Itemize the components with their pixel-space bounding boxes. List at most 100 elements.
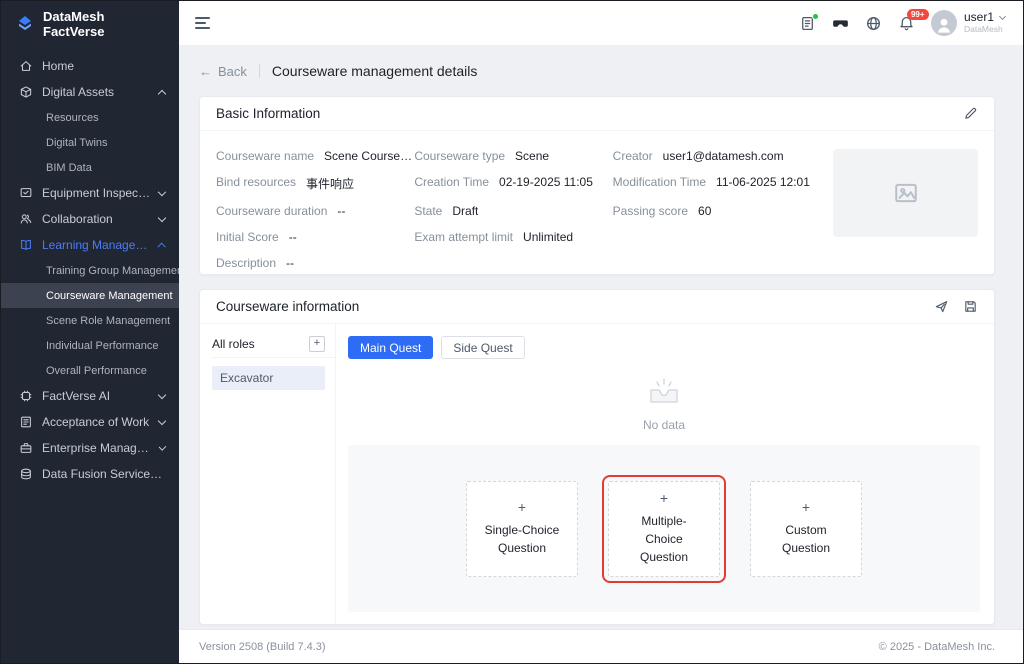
version-text: Version 2508 (Build 7.4.3) (199, 641, 326, 653)
courseware-body: All roles + Excavator Main Quest Side Qu… (200, 324, 994, 624)
chevron-down-icon (158, 390, 166, 398)
sidebar-item-digital-assets[interactable]: Digital Assets (1, 79, 179, 105)
chevron-down-icon (158, 213, 166, 221)
sidebar-nav: Home Digital Assets Resources Digital Tw… (1, 53, 179, 487)
copyright-text: © 2025 - DataMesh Inc. (879, 641, 995, 653)
sidebar-item-learning-management[interactable]: Learning Management (1, 232, 179, 258)
sidebar-item-label: Data Fusion Services (DFS) (42, 467, 165, 481)
sidebar-item-label: Overall Performance (46, 365, 147, 377)
courseware-image-placeholder (833, 149, 978, 237)
sidebar-item-enterprise-management[interactable]: Enterprise Management (1, 435, 179, 461)
basic-info-fields: Courseware nameScene Courseware Coursewa… (216, 149, 811, 270)
sidebar-item-individual-performance[interactable]: Individual Performance (1, 333, 179, 358)
sidebar-item-digital-twins[interactable]: Digital Twins (1, 130, 179, 155)
sidebar-item-factverse-ai[interactable]: FactVerse AI (1, 383, 179, 409)
home-icon (19, 59, 33, 73)
add-single-choice-question-button[interactable]: + Single-Choice Question (466, 481, 578, 577)
edit-button[interactable] (963, 106, 978, 121)
sidebar-item-overall-performance[interactable]: Overall Performance (1, 358, 179, 383)
footer: Version 2508 (Build 7.4.3) © 2025 - Data… (179, 629, 1023, 663)
roles-title: All roles (212, 337, 255, 351)
notifications-button[interactable]: 99+ (898, 15, 915, 32)
field-creation-time: Creation Time02-19-2025 11:05 (414, 175, 612, 192)
brand: DataMesh FactVerse (1, 1, 179, 47)
chevron-down-icon (158, 416, 166, 424)
main-content: ← Back Courseware management details Bas… (179, 46, 1023, 629)
online-status-dot (812, 13, 819, 20)
sidebar-item-label: Collaboration (42, 212, 113, 226)
sidebar-item-label: Enterprise Management (42, 441, 151, 455)
field-creator: Creatoruser1@datamesh.com (613, 149, 811, 163)
sidebar-item-courseware-management[interactable]: Courseware Management (1, 283, 179, 308)
field-exam-attempt-limit: Exam attempt limitUnlimited (414, 230, 612, 244)
back-label: Back (218, 64, 247, 79)
app-window: DataMesh FactVerse Home Digital Assets R… (0, 0, 1024, 664)
field-courseware-duration: Courseware duration-- (216, 204, 414, 218)
card-title: Basic Information (216, 106, 320, 121)
card-title: Courseware information (216, 299, 359, 314)
sidebar-item-training-group-management[interactable]: Training Group Management (1, 258, 179, 283)
add-custom-question-button[interactable]: + Custom Question (750, 481, 862, 577)
sidebar-item-label: Courseware Management (46, 290, 173, 302)
tab-main-quest[interactable]: Main Quest (348, 336, 433, 359)
sidebar-item-equipment-inspection[interactable]: Equipment Inspection (1, 180, 179, 206)
add-role-button[interactable]: + (309, 336, 325, 352)
chip-icon (19, 389, 33, 403)
sidebar-item-scene-role-management[interactable]: Scene Role Management (1, 308, 179, 333)
brand-logo-icon (15, 14, 35, 34)
menu-toggle-button[interactable] (195, 17, 210, 29)
add-question-panel: + Single-Choice Question + Multiple-Choi… (348, 445, 980, 612)
org-name: DataMesh (964, 25, 1005, 35)
back-link[interactable]: ← Back (199, 64, 247, 79)
vr-headset-button[interactable] (832, 15, 849, 32)
topbar-actions: 99+ user1 DataMesh (799, 10, 1005, 36)
tab-side-quest[interactable]: Side Quest (441, 336, 524, 359)
cube-icon (19, 85, 33, 99)
save-button[interactable] (963, 299, 978, 314)
role-item-excavator[interactable]: Excavator (212, 366, 325, 390)
user-name: user1 (964, 11, 994, 25)
brand-name: DataMesh FactVerse (43, 9, 165, 39)
add-multiple-choice-question-button[interactable]: + Multiple-Choice Question (608, 481, 720, 577)
courseware-info-card: Courseware information All roles (199, 289, 995, 625)
floppy-disk-icon (963, 299, 978, 314)
courseware-info-header: Courseware information (200, 290, 994, 324)
plus-icon: + (660, 491, 668, 505)
sidebar-item-label: Equipment Inspection (42, 186, 150, 200)
chevron-down-icon (158, 443, 166, 451)
user-meta: user1 DataMesh (964, 11, 1005, 35)
quest-tabs: Main Quest Side Quest (348, 336, 980, 359)
field-description: Description-- (216, 256, 414, 270)
chevron-down-icon (999, 13, 1006, 20)
sidebar-item-label: Resources (46, 112, 99, 124)
sidebar-item-bim-data[interactable]: BIM Data (1, 155, 179, 180)
empty-text: No data (643, 418, 685, 432)
empty-box-icon (643, 373, 685, 412)
courseware-header-actions (934, 299, 978, 314)
sidebar-item-home[interactable]: Home (1, 53, 179, 79)
publish-button[interactable] (934, 299, 949, 314)
back-arrow-icon: ← (199, 64, 212, 79)
vr-headset-icon (832, 15, 849, 32)
user-menu[interactable]: user1 DataMesh (931, 10, 1005, 36)
briefcase-icon (19, 441, 33, 455)
main-column: 99+ user1 DataMesh ← Back (179, 1, 1023, 663)
sidebar-item-label: Scene Role Management (46, 315, 170, 327)
field-initial-score: Initial Score-- (216, 230, 414, 244)
sidebar-item-collaboration[interactable]: Collaboration (1, 206, 179, 232)
person-icon (933, 14, 955, 36)
language-button[interactable] (865, 15, 882, 32)
people-icon (19, 212, 33, 226)
sidebar-item-data-fusion-services[interactable]: Data Fusion Services (DFS) (1, 461, 179, 487)
chevron-up-icon (158, 242, 166, 250)
image-icon (893, 180, 919, 206)
tasks-button[interactable] (799, 15, 816, 32)
empty-state: No data (348, 359, 980, 445)
sidebar-item-acceptance-of-work[interactable]: Acceptance of Work (1, 409, 179, 435)
field-courseware-type: Courseware typeScene (414, 149, 612, 163)
database-icon (19, 467, 33, 481)
pencil-icon (963, 106, 978, 121)
sidebar-item-resources[interactable]: Resources (1, 105, 179, 130)
plus-icon: + (802, 500, 810, 514)
breadcrumb: ← Back Courseware management details (199, 58, 995, 84)
